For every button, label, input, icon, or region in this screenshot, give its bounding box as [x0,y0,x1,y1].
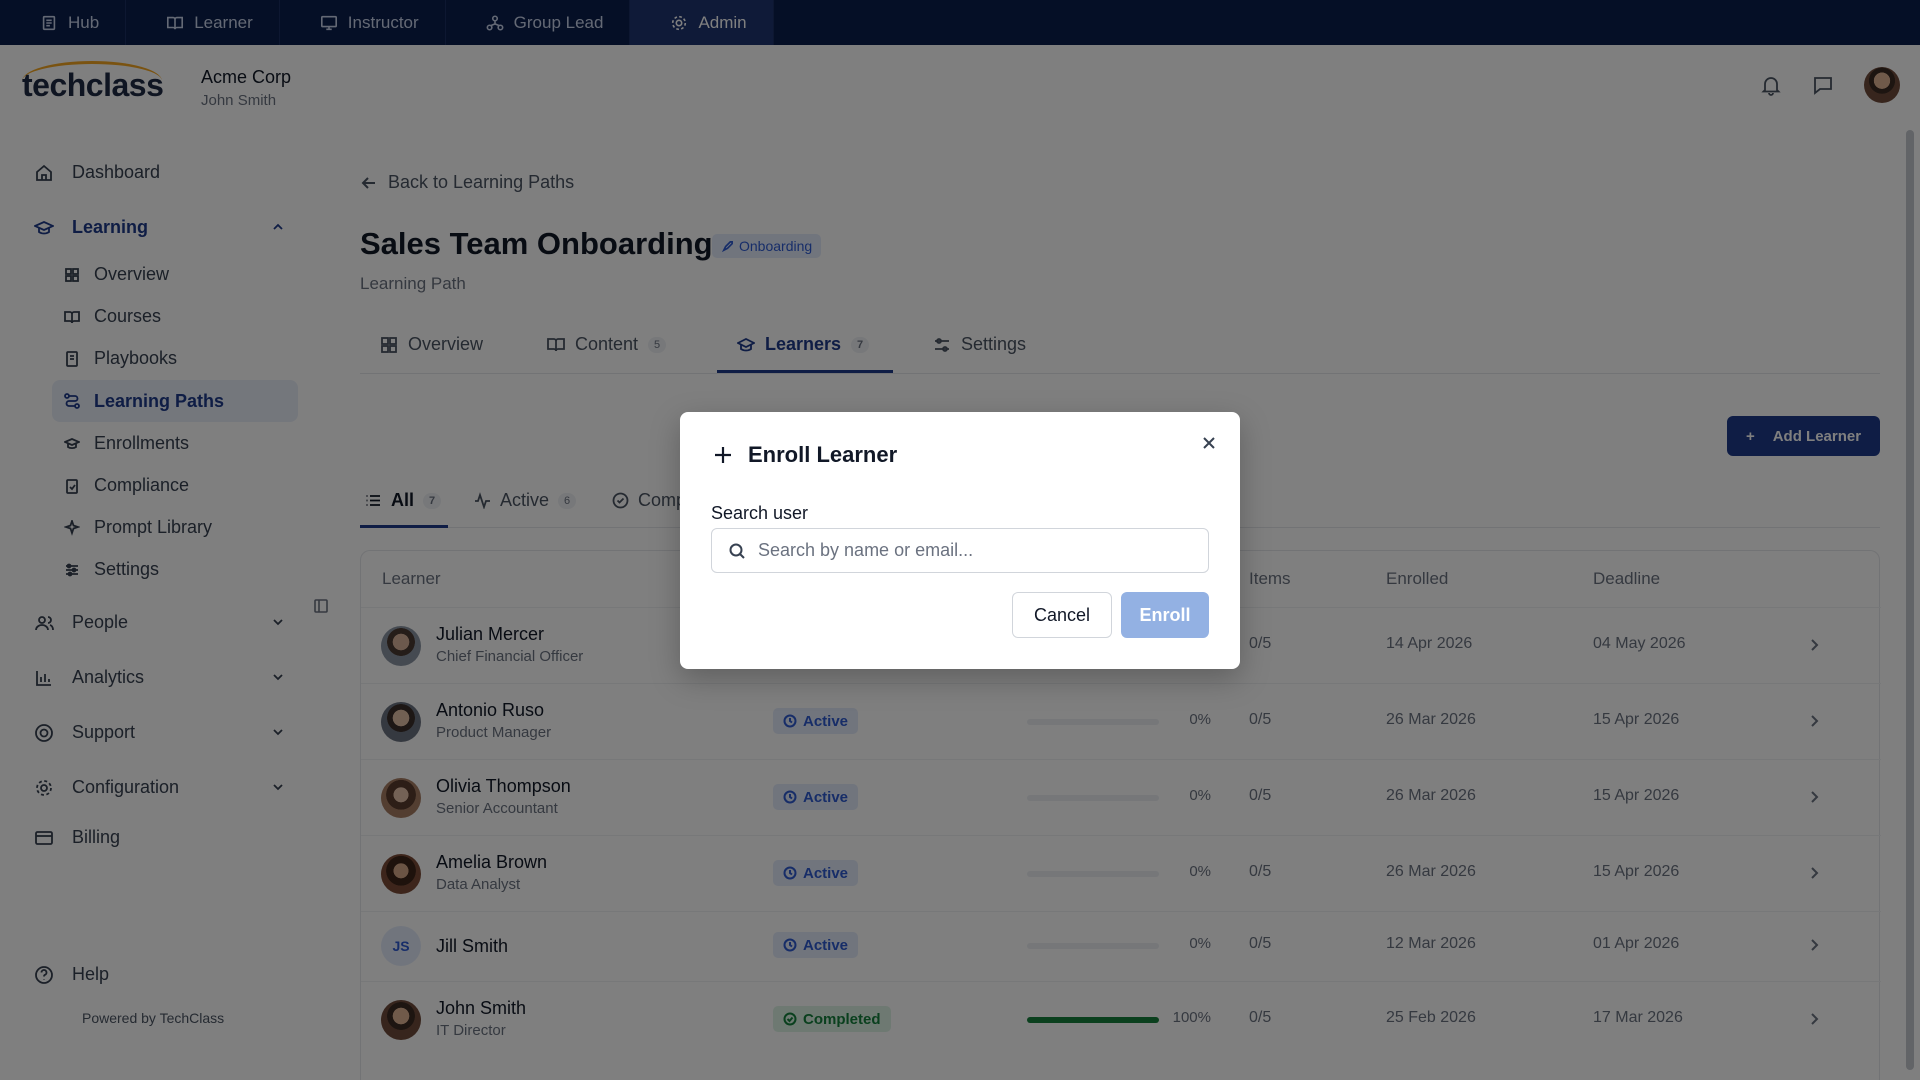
enroll-button[interactable]: Enroll [1121,592,1209,638]
dialog-title-text: Enroll Learner [748,442,898,467]
plus-icon [715,447,731,463]
search-icon [729,543,745,559]
cancel-button[interactable]: Cancel [1012,592,1112,638]
dialog-title: Enroll Learner [712,442,897,468]
search-user-label: Search user [711,503,809,523]
search-user-input[interactable] [758,540,1188,561]
search-user-field[interactable] [711,528,1209,573]
close-icon[interactable] [1200,434,1218,452]
enroll-learner-dialog: Enroll Learner Search user Cancel Enroll [680,412,1240,669]
